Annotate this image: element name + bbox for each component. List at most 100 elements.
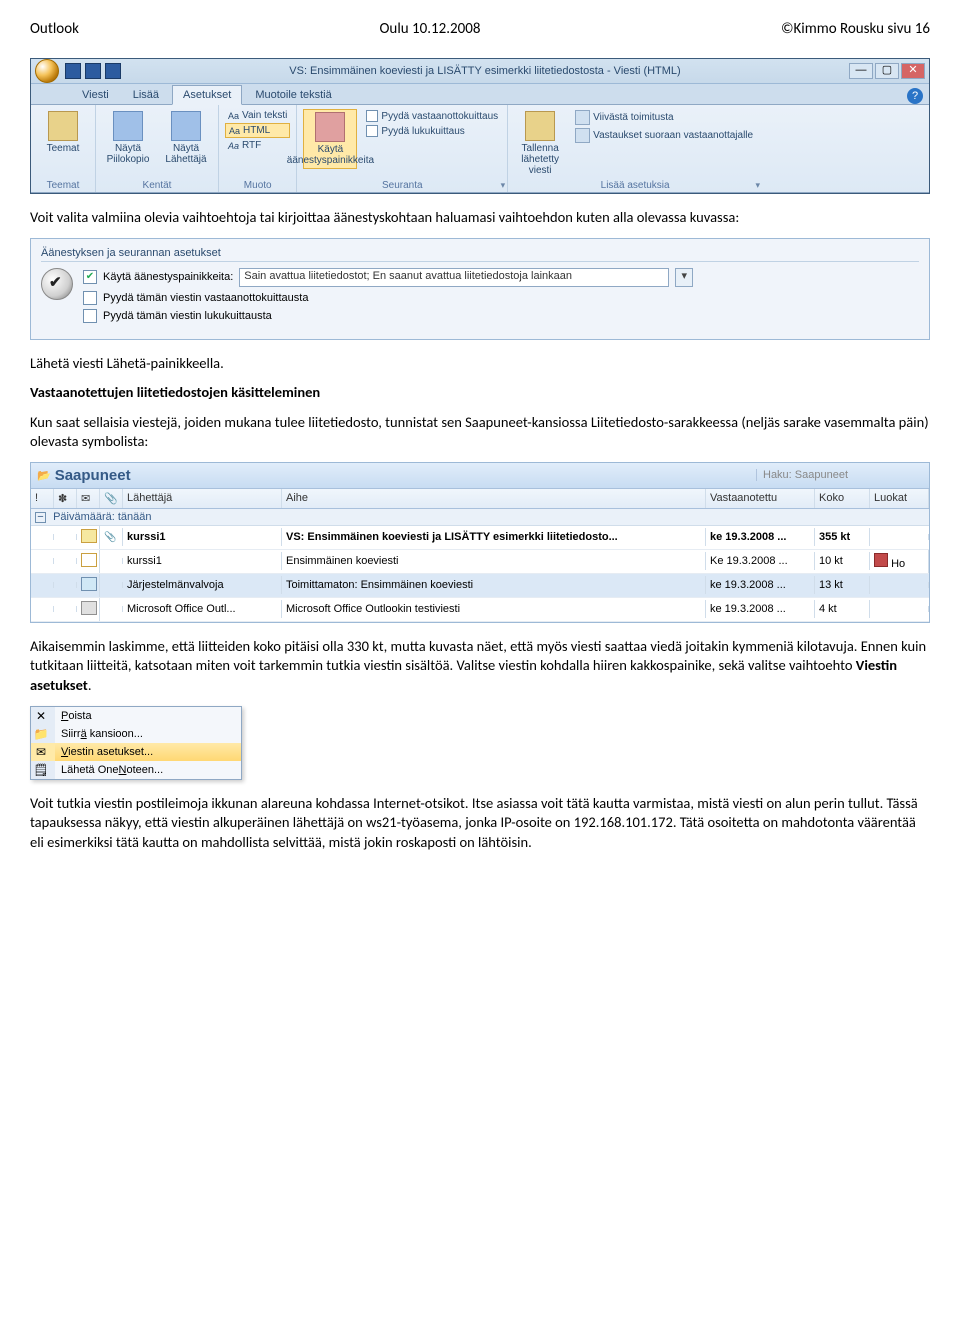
col-reminder-icon[interactable]: ✽ bbox=[54, 489, 77, 508]
col-subject[interactable]: Aihe bbox=[282, 489, 706, 508]
direct-replies[interactable]: Vastaukset suoraan vastaanottajalle bbox=[572, 127, 756, 144]
move-folder-icon: 📁 bbox=[33, 726, 49, 742]
category-color-icon bbox=[874, 553, 888, 567]
checkbox-icon bbox=[366, 110, 378, 122]
col-icon[interactable]: ✉ bbox=[77, 489, 100, 508]
save-sent-button[interactable]: Tallenna lähetetty viesti bbox=[514, 109, 566, 178]
group-label-seuranta: Seuranta▾ bbox=[297, 180, 507, 191]
collapse-icon[interactable]: − bbox=[35, 512, 46, 523]
attachment-icon bbox=[104, 531, 118, 543]
inbox-title: Saapuneet bbox=[55, 467, 756, 484]
themes-button[interactable]: Teemat bbox=[37, 109, 89, 156]
context-menu: ✕ Poista 📁 Siirrä kansioon... ✉ Viestin … bbox=[30, 706, 242, 780]
ribbon: Teemat Teemat Näytä Piilokopio Näytä Läh… bbox=[31, 105, 929, 193]
onenote-icon: 🗒 bbox=[33, 762, 49, 778]
inbox-row[interactable]: kurssi1 Ensimmäinen koeviesti Ke 19.3.20… bbox=[31, 550, 929, 574]
show-bcc-button[interactable]: Näytä Piilokopio bbox=[102, 109, 154, 167]
inbox-column-headers: ! ✽ ✉ 📎 Lähettäjä Aihe Vastaanotettu Kok… bbox=[31, 489, 929, 509]
inbox-search[interactable]: Haku: Saapuneet bbox=[756, 469, 923, 481]
inbox-list: 📂 Saapuneet Haku: Saapuneet ! ✽ ✉ 📎 Lähe… bbox=[30, 462, 930, 623]
voting-options-input[interactable]: Sain avattua liitetiedostot; En saanut a… bbox=[239, 268, 669, 287]
col-importance-icon[interactable]: ! bbox=[31, 489, 54, 508]
help-button[interactable]: ? bbox=[907, 88, 923, 104]
message-options-icon: ✉ bbox=[33, 744, 49, 760]
quick-access-toolbar bbox=[65, 63, 121, 79]
tab-lisaa[interactable]: Lisää bbox=[122, 85, 170, 104]
voting-icon bbox=[315, 112, 345, 142]
delete-icon: ✕ bbox=[33, 708, 49, 724]
ctx-delete[interactable]: ✕ Poista bbox=[31, 707, 241, 725]
save-sent-icon bbox=[525, 111, 555, 141]
format-plaintext[interactable]: AaVain teksti bbox=[225, 109, 290, 122]
qat-redo-icon[interactable] bbox=[105, 63, 121, 79]
themes-icon bbox=[48, 111, 78, 141]
show-bcc-icon bbox=[113, 111, 143, 141]
group-lisaa-asetuksia: Tallenna lähetetty viesti Viivästä toimi… bbox=[508, 105, 762, 192]
dialog-launcher-icon[interactable]: ▾ bbox=[501, 180, 506, 191]
qat-undo-icon[interactable] bbox=[85, 63, 101, 79]
inbox-row[interactable]: Järjestelmänvalvoja Toimittamaton: Ensim… bbox=[31, 574, 929, 598]
delay-delivery[interactable]: Viivästä toimitusta bbox=[572, 109, 756, 126]
group-seuranta: Käytä äänestyspainikkeita Pyydä vastaano… bbox=[297, 105, 508, 192]
header-left: Outlook bbox=[30, 20, 79, 38]
ribbon-tabstrip: Viesti Lisää Asetukset Muotoile tekstiä … bbox=[31, 84, 929, 105]
direct-replies-icon bbox=[575, 128, 590, 143]
use-voting-label: Käytä äänestyspainikkeita: bbox=[103, 271, 233, 283]
window-titlebar: VS: Ensimmäinen koeviesti ja LISÄTTY esi… bbox=[31, 59, 929, 84]
col-size[interactable]: Koko bbox=[815, 489, 870, 508]
request-delivery-receipt[interactable]: Pyydä vastaanottokuittaus bbox=[363, 109, 501, 123]
use-voting-checkbox[interactable] bbox=[83, 270, 97, 284]
tab-asetukset[interactable]: Asetukset bbox=[172, 85, 242, 105]
checkbox-icon bbox=[366, 125, 378, 137]
format-rtf[interactable]: AaRTF bbox=[225, 139, 290, 152]
format-html[interactable]: AaHTML bbox=[225, 123, 290, 138]
inbox-date-group[interactable]: − Päivämäärä: tänään bbox=[31, 509, 929, 526]
close-button[interactable]: ✕ bbox=[901, 63, 925, 79]
use-voting-row: Käytä äänestyspainikkeita: Sain avattua … bbox=[83, 268, 919, 287]
voting-dropdown-icon[interactable]: ▾ bbox=[675, 268, 693, 287]
delivery-receipt-row[interactable]: Pyydä tämän viestin vastaanottokuittaust… bbox=[83, 291, 919, 305]
window-title: VS: Ensimmäinen koeviesti ja LISÄTTY esi… bbox=[121, 65, 849, 77]
inbox-row[interactable]: kurssi1 VS: Ensimmäinen koeviesti ja LIS… bbox=[31, 526, 929, 550]
col-from[interactable]: Lähettäjä bbox=[123, 489, 282, 508]
col-received[interactable]: Vastaanotettu bbox=[706, 489, 815, 508]
minimize-button[interactable]: — bbox=[849, 63, 873, 79]
qat-save-icon[interactable] bbox=[65, 63, 81, 79]
dialog-launcher-icon[interactable]: ▾ bbox=[756, 180, 761, 191]
mail-read-icon bbox=[81, 553, 97, 567]
tab-viesti[interactable]: Viesti bbox=[71, 85, 120, 104]
body-para-4: Aikaisemmin laskimme, että liitteiden ko… bbox=[30, 637, 930, 696]
delivery-receipt-checkbox[interactable] bbox=[83, 291, 97, 305]
read-receipt-row[interactable]: Pyydä tämän viestin lukukuittausta bbox=[83, 309, 919, 323]
maximize-button[interactable]: ▢ bbox=[875, 63, 899, 79]
panel-heading: Äänestyksen ja seurannan asetukset bbox=[41, 247, 919, 262]
header-right: ©Kimmo Rousku sivu 16 bbox=[781, 20, 930, 38]
col-attachment-icon[interactable]: 📎 bbox=[100, 489, 123, 508]
body-para-5: Voit tutkia viestin postileimoja ikkunan… bbox=[30, 794, 930, 853]
group-kentat: Näytä Piilokopio Näytä Lähettäjä Kentät bbox=[96, 105, 219, 192]
show-from-button[interactable]: Näytä Lähettäjä bbox=[160, 109, 212, 167]
show-from-icon bbox=[171, 111, 201, 141]
ctx-send-to-onenote[interactable]: 🗒 Lähetä OneNoteen... bbox=[31, 761, 241, 779]
check-circle-icon bbox=[41, 268, 73, 300]
body-para-1: Voit valita valmiina olevia vaihtoehtoja… bbox=[30, 208, 930, 228]
group-label-lisaa: Lisää asetuksia▾ bbox=[508, 180, 762, 191]
group-muoto: AaVain teksti AaHTML AaRTF Muoto bbox=[219, 105, 297, 192]
system-mail-icon bbox=[81, 577, 97, 591]
body-para-3: Kun saat sellaisia viestejä, joiden muka… bbox=[30, 413, 930, 452]
section-heading: Vastaanotettujen liitetiedostojen käsitt… bbox=[30, 383, 930, 403]
inbox-header: 📂 Saapuneet Haku: Saapuneet bbox=[31, 463, 929, 489]
inbox-row[interactable]: Microsoft Office Outl... Microsoft Offic… bbox=[31, 598, 929, 622]
voting-tracking-panel: Äänestyksen ja seurannan asetukset Käytä… bbox=[30, 238, 930, 340]
delay-icon bbox=[575, 110, 590, 125]
tab-muotoile[interactable]: Muotoile tekstiä bbox=[244, 85, 342, 104]
read-receipt-checkbox[interactable] bbox=[83, 309, 97, 323]
ctx-move-to-folder[interactable]: 📁 Siirrä kansioon... bbox=[31, 725, 241, 743]
use-voting-button[interactable]: Käytä äänestyspainikkeita bbox=[303, 109, 357, 169]
office-button[interactable] bbox=[35, 59, 59, 83]
col-categories[interactable]: Luokat bbox=[870, 489, 929, 508]
window-buttons: — ▢ ✕ bbox=[849, 63, 925, 79]
mail-icon bbox=[81, 601, 97, 615]
ctx-message-options[interactable]: ✉ Viestin asetukset... bbox=[31, 743, 241, 761]
request-read-receipt[interactable]: Pyydä lukukuittaus bbox=[363, 124, 501, 138]
